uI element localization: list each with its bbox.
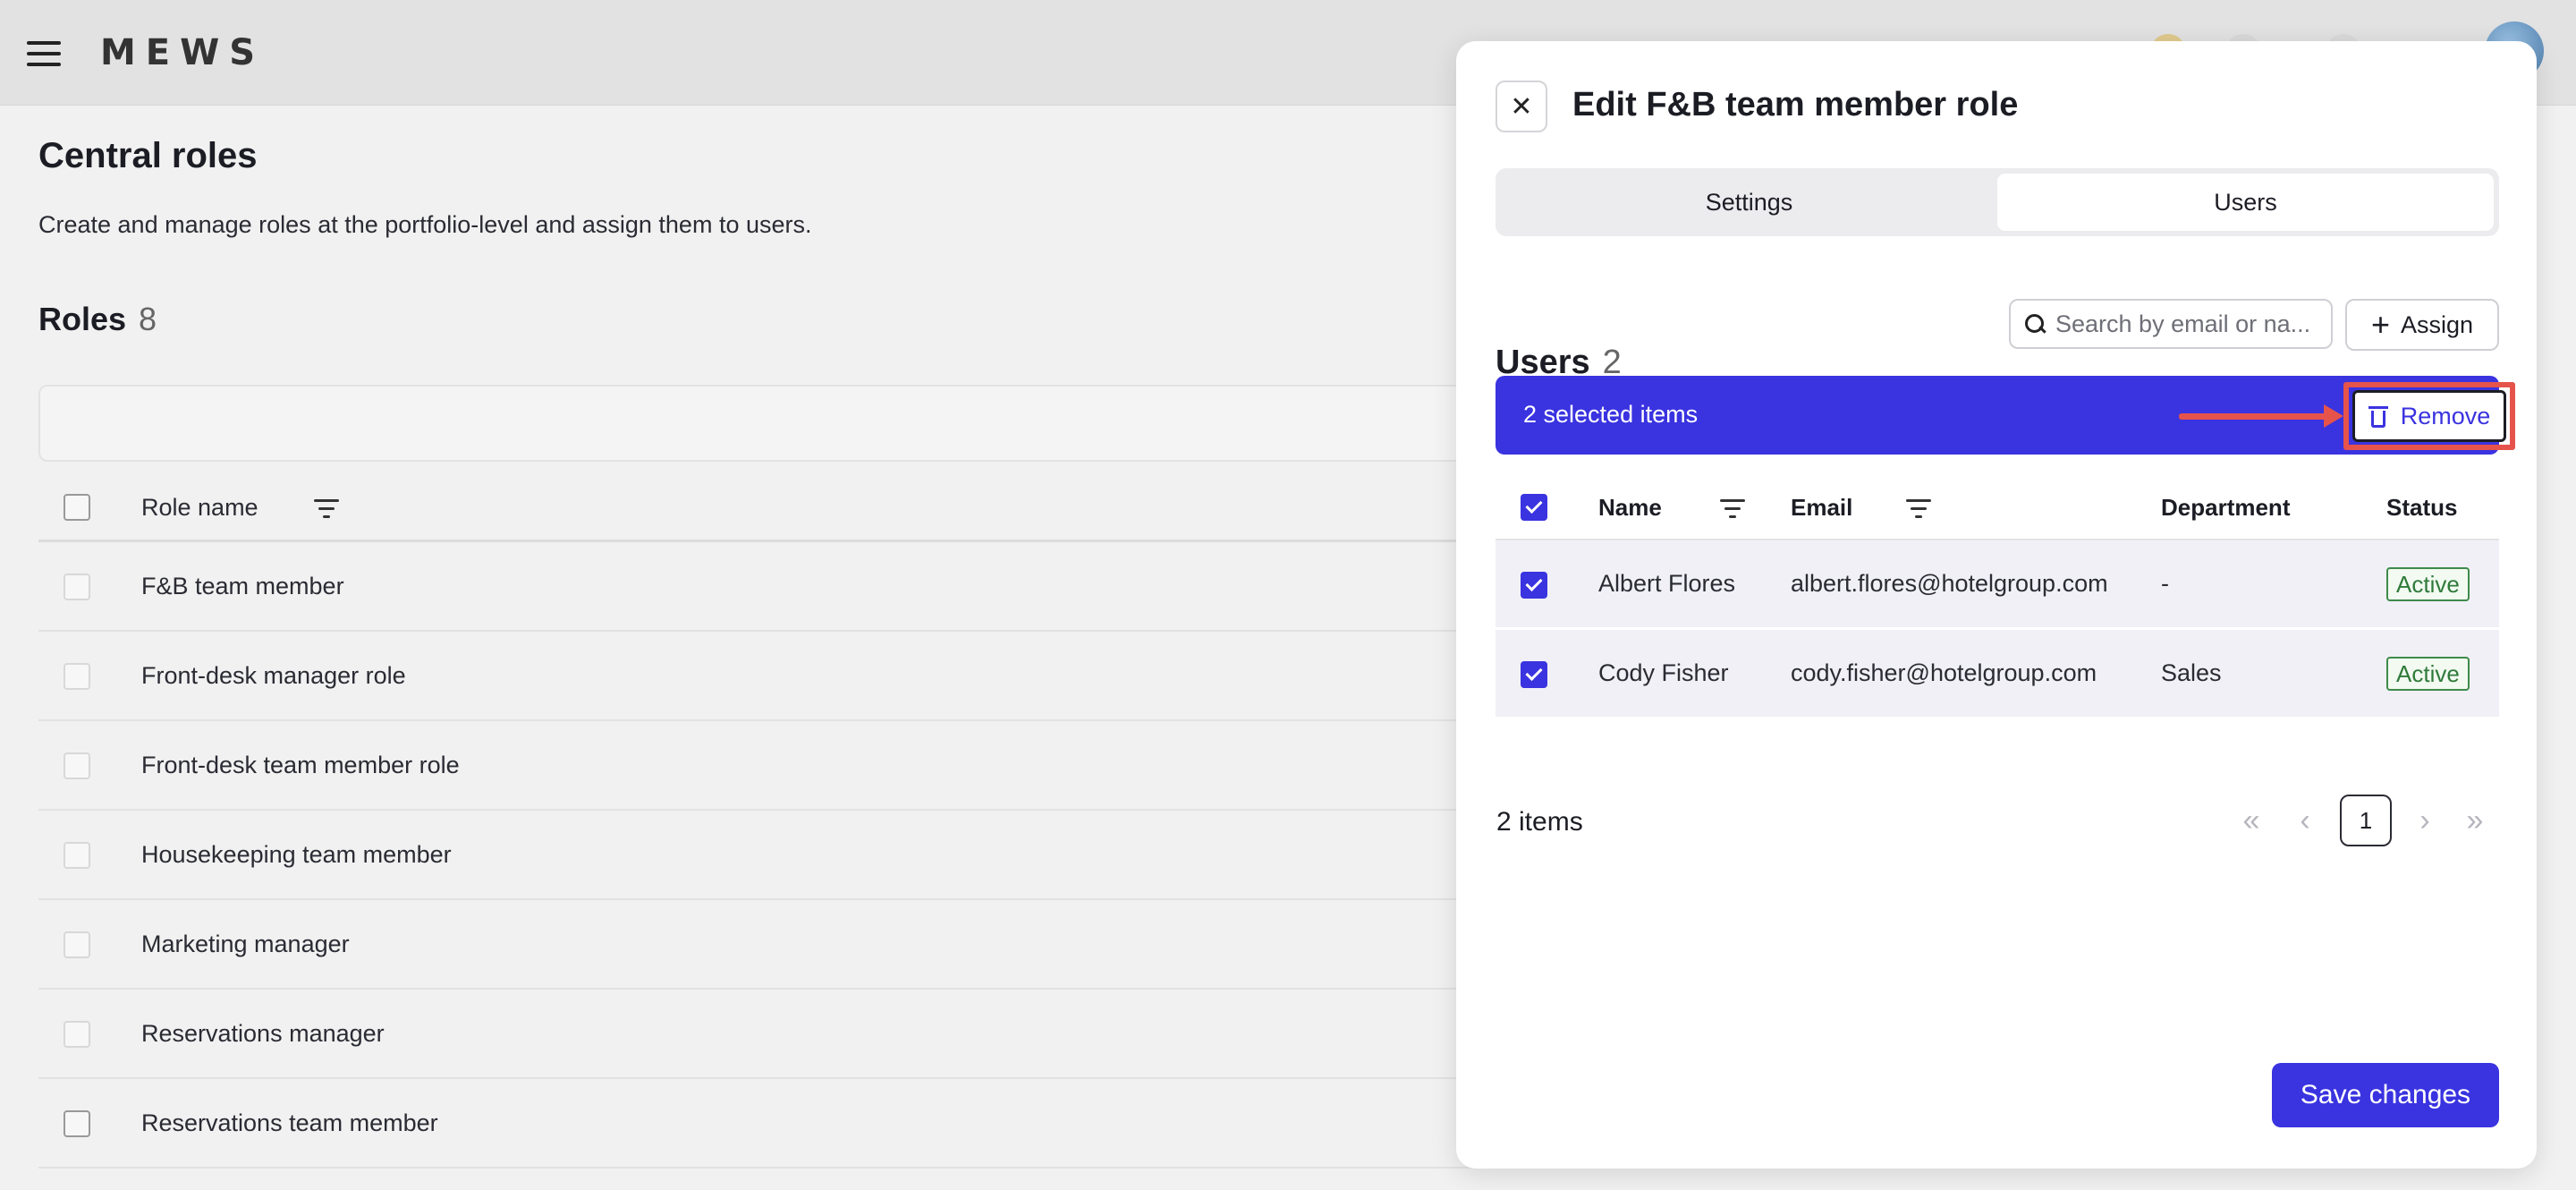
row-checkbox[interactable]: [64, 752, 90, 779]
status-badge: Active: [2386, 567, 2470, 601]
plus-icon: +: [2370, 306, 2390, 343]
roles-table: Role name F&B team member Front-desk man…: [38, 472, 1559, 1169]
trash-icon: [2368, 404, 2388, 429]
roles-count: 8: [139, 301, 157, 337]
row-checkbox[interactable]: [64, 1110, 90, 1137]
page-number[interactable]: 1: [2340, 795, 2392, 846]
table-row[interactable]: Housekeeping team member: [38, 811, 1559, 900]
prev-page-icon[interactable]: ‹: [2284, 795, 2326, 846]
row-checkbox[interactable]: [64, 931, 90, 958]
assign-label: Assign: [2400, 310, 2474, 338]
roles-heading: Roles 8: [38, 301, 157, 338]
row-checkbox[interactable]: [64, 1021, 90, 1048]
role-name: F&B team member: [141, 573, 344, 599]
annotation-arrow-head: [2324, 404, 2343, 428]
selection-count: 2 selected items: [1523, 401, 1699, 428]
table-row[interactable]: Reservations team member: [38, 1079, 1559, 1169]
edit-role-panel: ✕ Edit F&B team member role Settings Use…: [1456, 41, 2537, 1169]
column-department: Department: [2161, 494, 2291, 521]
tab-users[interactable]: Users: [1997, 174, 2494, 231]
user-name: Albert Flores: [1598, 570, 1736, 597]
mews-logo: MEWS: [100, 32, 266, 73]
page-title: Central roles: [38, 136, 258, 175]
roles-filter-bar: [38, 385, 1559, 462]
role-name: Front-desk manager role: [141, 662, 406, 689]
table-row[interactable]: F&B team member: [38, 542, 1559, 632]
role-name: Housekeeping team member: [141, 841, 452, 868]
role-name: Reservations manager: [141, 1020, 385, 1047]
roles-table-header: Role name: [38, 472, 1559, 542]
last-page-icon[interactable]: »: [2454, 795, 2496, 846]
table-row[interactable]: Front-desk manager role: [38, 632, 1559, 721]
user-email: albert.flores@hotelgroup.com: [1791, 570, 2108, 597]
column-status: Status: [2386, 494, 2458, 521]
next-page-icon[interactable]: ›: [2404, 795, 2445, 846]
status-badge: Active: [2386, 657, 2470, 691]
select-all-checkbox[interactable]: [1521, 494, 1547, 521]
items-count: 2 items: [1496, 807, 1583, 837]
save-changes-button[interactable]: Save changes: [2272, 1063, 2499, 1127]
selection-bar: 2 selected items Remove: [1496, 376, 2515, 455]
tab-settings[interactable]: Settings: [1501, 174, 1997, 231]
user-department: -: [2161, 570, 2169, 597]
user-department: Sales: [2161, 659, 2222, 686]
search-box[interactable]: [2009, 299, 2333, 349]
role-name: Reservations team member: [141, 1109, 438, 1136]
assign-button[interactable]: + Assign: [2345, 299, 2499, 351]
row-checkbox[interactable]: [64, 842, 90, 869]
close-icon: ✕: [1510, 91, 1533, 122]
panel-title: Edit F&B team member role: [1572, 86, 2019, 123]
column-role-name: Role name: [141, 494, 258, 521]
user-name: Cody Fisher: [1598, 659, 1729, 686]
row-checkbox[interactable]: [1521, 661, 1547, 688]
search-input[interactable]: [2055, 310, 2324, 338]
user-email: cody.fisher@hotelgroup.com: [1791, 659, 2097, 686]
tab-bar: Settings Users: [1496, 168, 2499, 236]
table-row[interactable]: Front-desk team member role: [38, 721, 1559, 811]
role-name: Front-desk team member role: [141, 752, 460, 778]
first-page-icon[interactable]: «: [2231, 795, 2272, 846]
table-row[interactable]: Albert Flores albert.flores@hotelgroup.c…: [1496, 540, 2499, 630]
row-checkbox[interactable]: [64, 574, 90, 600]
name-filter-icon[interactable]: [1719, 499, 1746, 521]
role-name: Marketing manager: [141, 931, 350, 957]
search-icon: [2023, 312, 2046, 336]
table-row[interactable]: Reservations manager: [38, 990, 1559, 1079]
column-name: Name: [1598, 494, 1662, 521]
remove-label: Remove: [2400, 402, 2491, 429]
menu-icon[interactable]: [27, 41, 61, 66]
close-button[interactable]: ✕: [1496, 81, 1547, 132]
page-description: Create and manage roles at the portfolio…: [38, 211, 812, 238]
select-all-roles-checkbox[interactable]: [64, 494, 90, 521]
role-name-filter-icon[interactable]: [313, 499, 340, 521]
users-table: Name Email Department Status Albert Flor…: [1496, 472, 2499, 719]
table-row[interactable]: Marketing manager: [38, 900, 1559, 990]
row-checkbox[interactable]: [1521, 572, 1547, 599]
annotation-arrow: [2179, 413, 2329, 420]
table-row[interactable]: Cody Fisher cody.fisher@hotelgroup.com S…: [1496, 630, 2499, 719]
remove-button[interactable]: Remove: [2352, 390, 2506, 442]
email-filter-icon[interactable]: [1905, 499, 1932, 521]
users-table-header: Name Email Department Status: [1496, 472, 2499, 540]
column-email: Email: [1791, 494, 1853, 521]
row-checkbox[interactable]: [64, 663, 90, 690]
roles-label: Roles: [38, 301, 127, 337]
